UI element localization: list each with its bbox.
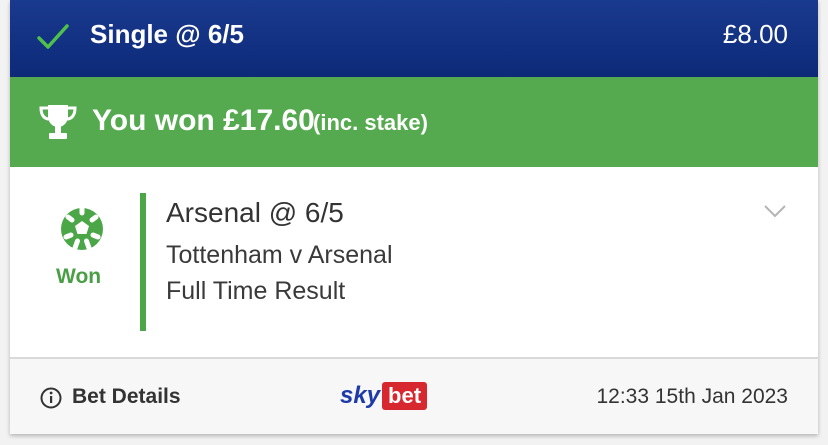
checkmark-icon <box>37 24 69 49</box>
chevron-down-icon[interactable] <box>763 203 787 219</box>
selection-row[interactable]: Won Arsenal @ 6/5 Tottenham v Arsenal Fu… <box>10 167 818 357</box>
bet-footer: Bet Details sky bet 12:33 15th Jan 2023 <box>10 359 818 434</box>
result-status: Won <box>56 265 102 288</box>
bet-type-title: Single @ 6/5 <box>90 19 244 49</box>
bet-details-link[interactable]: Bet Details <box>72 385 181 409</box>
stake-amount: £8.00 <box>722 19 788 49</box>
selection-pick: Arsenal @ 6/5 <box>166 197 344 228</box>
bet-header: Single @ 6/5 £8.00 <box>10 0 818 77</box>
bet-timestamp: 12:33 15th Jan 2023 <box>596 385 788 408</box>
trophy-icon <box>39 105 77 139</box>
winnings-text: You won £17.60 <box>92 104 315 137</box>
info-icon[interactable] <box>40 387 62 409</box>
logo-bet: bet <box>382 382 428 410</box>
winnings-note: (inc. stake) <box>313 110 428 135</box>
win-banner: You won £17.60 (inc. stake) <box>10 77 818 167</box>
bet-card: Single @ 6/5 £8.00 You won £17.60 (inc. … <box>10 0 818 434</box>
event-name: Tottenham v Arsenal <box>166 241 393 269</box>
football-icon <box>61 207 103 251</box>
market-name: Full Time Result <box>166 277 346 305</box>
skybet-logo: sky bet <box>340 381 428 411</box>
logo-sky: sky <box>340 382 381 409</box>
status-bar <box>140 193 146 331</box>
